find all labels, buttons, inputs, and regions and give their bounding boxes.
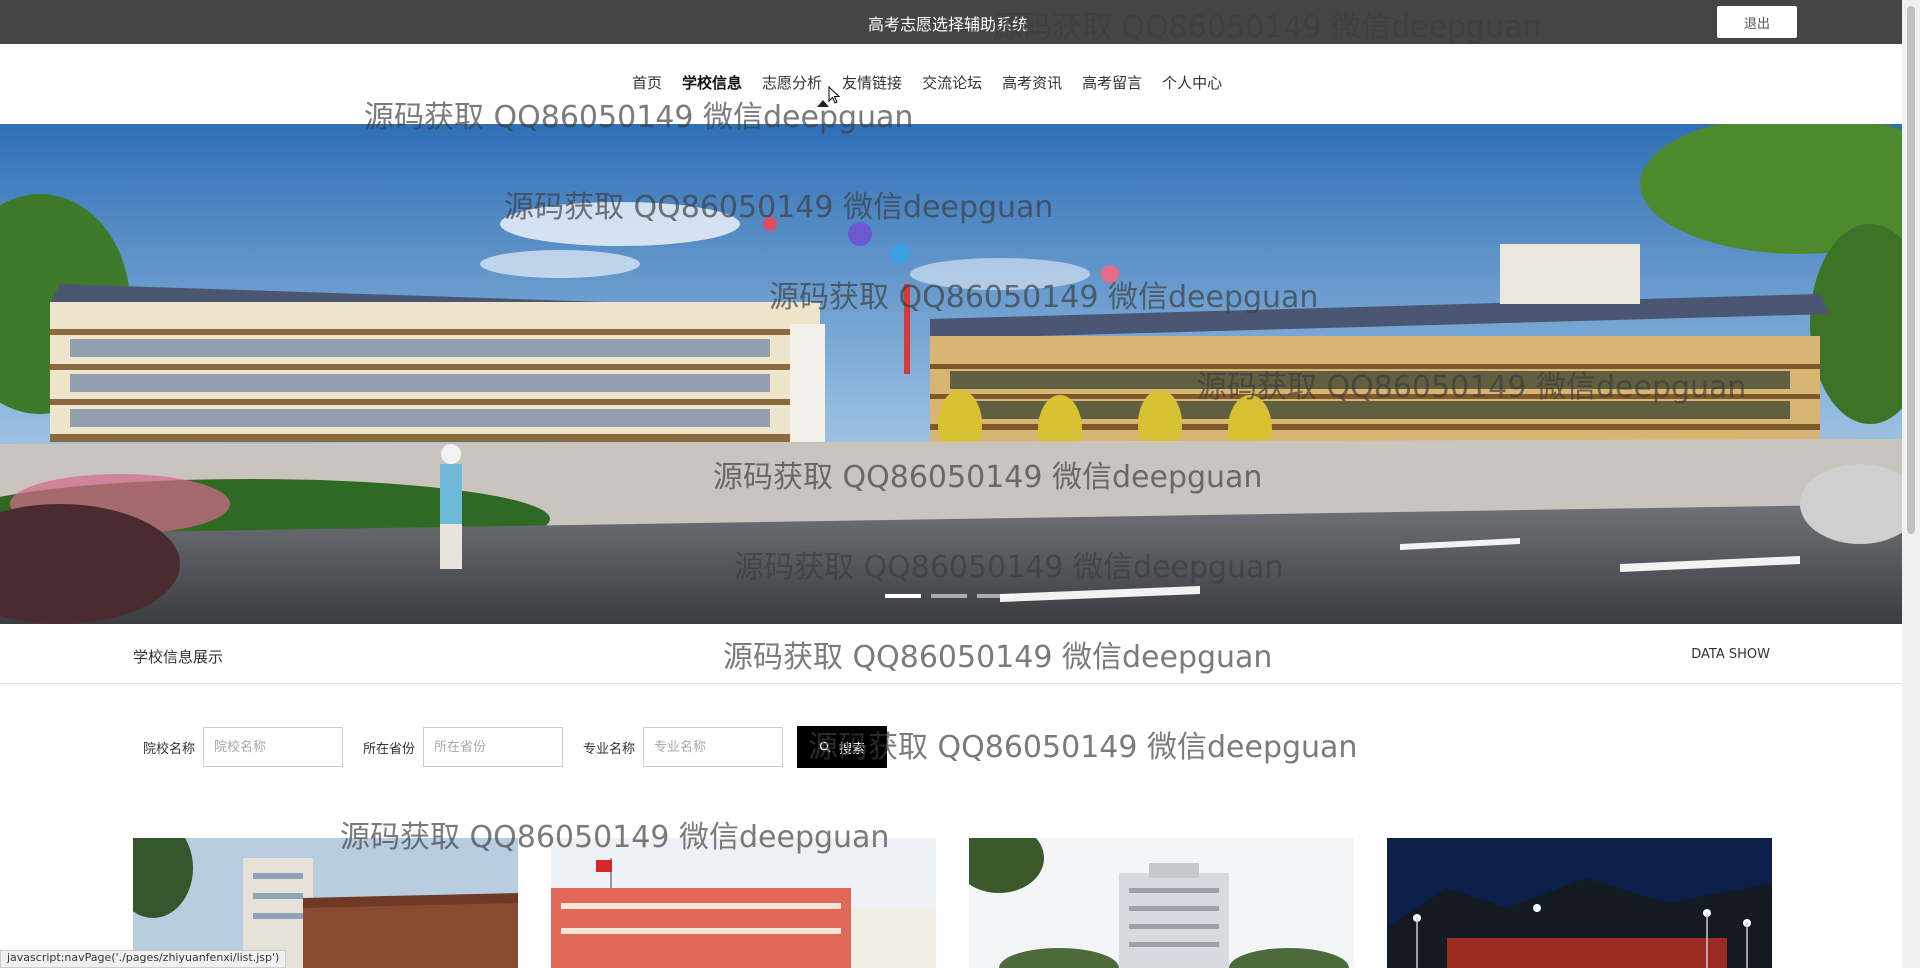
- school-card[interactable]: [1387, 838, 1772, 968]
- search-button[interactable]: 搜索: [797, 726, 888, 768]
- site-title: 高考志愿选择辅助系统: [868, 15, 1029, 34]
- section-subtitle: DATA SHOW: [1691, 647, 1770, 662]
- search-bar: 院校名称 所在省份 专业名称 搜索: [143, 726, 888, 768]
- school-card[interactable]: [551, 838, 936, 968]
- nav-item-exam-messages[interactable]: 高考留言: [1082, 72, 1142, 93]
- school-card[interactable]: [969, 838, 1354, 968]
- main-nav: 首页 学校信息 志愿分析 友情链接 交流论坛 高考资讯 高考留言 个人中心: [0, 44, 1902, 124]
- school-image: [133, 838, 518, 968]
- search-icon: [819, 741, 831, 753]
- banner-dot-3[interactable]: [977, 594, 1013, 598]
- hero-banner[interactable]: [0, 124, 1902, 624]
- browser-status-bar: javascript:navPage('./pages/zhiyuanfenxi…: [0, 950, 287, 968]
- top-bar: 高考志愿选择辅助系统 退出: [0, 0, 1902, 44]
- school-name-label: 院校名称: [143, 741, 196, 757]
- province-input[interactable]: [423, 727, 564, 767]
- nav-item-friendly-links[interactable]: 友情链接: [842, 72, 902, 93]
- banner-dot-1[interactable]: [885, 594, 921, 598]
- nav-item-exam-news[interactable]: 高考资讯: [1002, 72, 1062, 93]
- major-name-label: 专业名称: [583, 741, 636, 757]
- school-image: [969, 838, 1354, 968]
- school-image: [551, 838, 936, 968]
- banner-pagination: [885, 594, 1013, 598]
- scrollbar-thumb[interactable]: [1907, 6, 1915, 534]
- nav-item-personal-center[interactable]: 个人中心: [1162, 72, 1222, 93]
- campus-banner-image: [0, 124, 1902, 624]
- nav-item-school-info[interactable]: 学校信息: [682, 72, 742, 93]
- nav-item-home[interactable]: 首页: [632, 72, 662, 93]
- section-title: 学校信息展示: [133, 648, 224, 666]
- watermark-text: 源码获取 QQ86050149 微信deepguan: [808, 730, 1358, 765]
- school-name-input[interactable]: [203, 727, 344, 767]
- banner-dot-2[interactable]: [931, 594, 967, 598]
- section-header: 学校信息展示 DATA SHOW: [0, 624, 1902, 684]
- logout-button[interactable]: 退出: [1717, 6, 1797, 38]
- mouse-cursor-icon: [828, 86, 840, 104]
- page-scrollbar[interactable]: [1902, 0, 1920, 968]
- school-card[interactable]: [133, 838, 518, 968]
- province-label: 所在省份: [363, 741, 416, 757]
- nav-items: 首页 学校信息 志愿分析 友情链接 交流论坛 高考资讯 高考留言 个人中心: [632, 72, 1222, 93]
- nav-item-application-analysis[interactable]: 志愿分析: [762, 72, 822, 93]
- major-name-input[interactable]: [643, 727, 784, 767]
- school-image: [1387, 838, 1772, 968]
- search-button-label: 搜索: [839, 741, 866, 757]
- nav-item-forum[interactable]: 交流论坛: [922, 72, 982, 93]
- school-card-list: [133, 838, 1772, 968]
